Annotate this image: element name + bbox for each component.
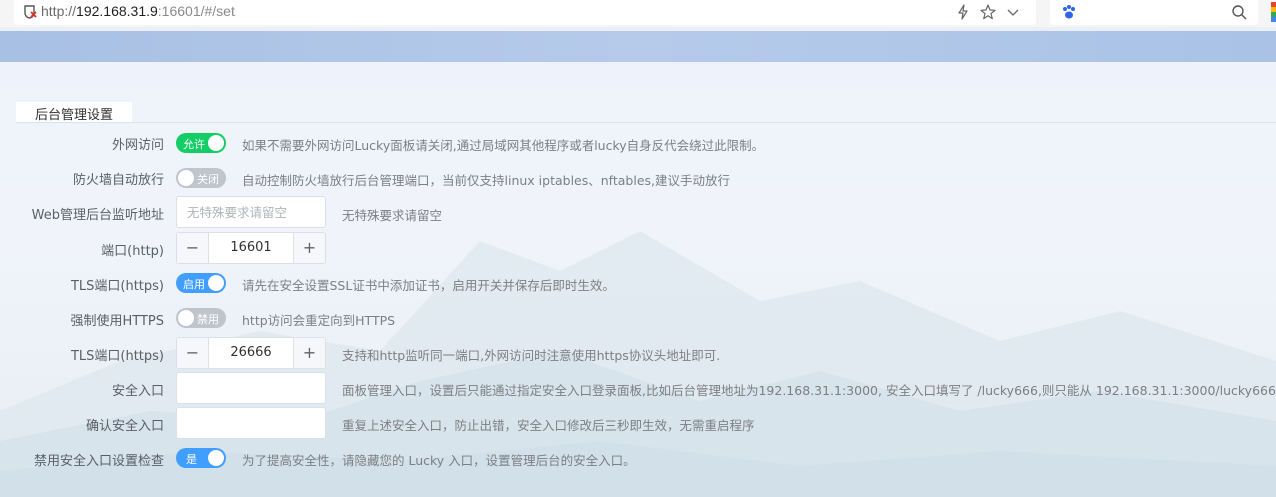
row-desc-force-https: http访问会重定向到HTTPS bbox=[242, 313, 396, 328]
url-scheme: http:// bbox=[41, 3, 77, 19]
increment-button[interactable]: + bbox=[293, 233, 325, 263]
url-host: 192.168.31.9 bbox=[76, 3, 158, 19]
settings-page: 后台管理设置 外网访问 允许 如果不需要外网访问Lucky面板请关闭,通过局域网… bbox=[0, 31, 1276, 497]
chevron-down-icon[interactable] bbox=[1004, 3, 1022, 21]
row-desc-confirm-entry: 重复上述安全入口，防止出错，安全入口修改后三秒即生效，无需重启程序 bbox=[342, 418, 755, 433]
row-desc-tls-enable: 请先在安全设置SSL证书中添加证书，启用开关并保存后即时生效。 bbox=[242, 278, 615, 293]
http-port-stepper: − 16601 + bbox=[176, 232, 326, 264]
security-entry-input[interactable] bbox=[176, 372, 326, 404]
row-label-confirm-entry: 确认安全入口 bbox=[85, 419, 164, 434]
tls-port-value[interactable]: 26666 bbox=[209, 338, 293, 368]
star-icon[interactable] bbox=[979, 3, 997, 21]
site-info-icon[interactable] bbox=[22, 4, 38, 20]
increment-button[interactable]: + bbox=[293, 338, 325, 368]
decrement-button[interactable]: − bbox=[177, 233, 209, 263]
row-label-internet-access: 外网访问 bbox=[111, 138, 164, 153]
row-desc-security-entry: 面板管理入口，设置后只能通过指定安全入口登录面板,比如后台管理地址为192.16… bbox=[342, 383, 1276, 398]
switch-knob bbox=[178, 310, 194, 326]
http-port-value[interactable]: 16601 bbox=[209, 233, 293, 263]
switch-text: 启用 bbox=[183, 278, 205, 291]
row-desc-internet-access: 如果不需要外网访问Lucky面板请关闭,通过局域网其他程序或者lucky自身反代… bbox=[242, 138, 765, 153]
lightning-icon[interactable] bbox=[954, 3, 972, 21]
section-divider bbox=[16, 122, 1276, 123]
row-label-disable-check: 禁用安全入口设置检查 bbox=[33, 454, 164, 469]
switch-knob bbox=[208, 275, 224, 291]
row-desc-firewall: 自动控制防火墙放行后台管理端口，当前仅支持linux iptables、nfta… bbox=[242, 173, 730, 188]
switch-text: 允许 bbox=[183, 138, 205, 151]
browser-toolbar: http://192.168.31.9:16601/#/set bbox=[0, 0, 1276, 27]
row-label-firewall: 防火墙自动放行 bbox=[72, 173, 164, 188]
row-desc-listen-address: 无特殊要求请留空 bbox=[342, 208, 443, 223]
row-label-http-port: 端口(http) bbox=[101, 244, 164, 259]
confirm-entry-input[interactable] bbox=[176, 407, 326, 439]
tls-enable-switch[interactable]: 启用 bbox=[176, 273, 226, 293]
row-label-security-entry: 安全入口 bbox=[111, 384, 164, 399]
search-box[interactable] bbox=[1050, 0, 1258, 25]
switch-text: 关闭 bbox=[197, 173, 219, 186]
row-desc-disable-check: 为了提高安全性，请隐藏您的 Lucky 入口，设置管理后台的安全入口。 bbox=[242, 453, 636, 468]
header-band bbox=[0, 31, 1276, 62]
listen-address-input[interactable] bbox=[176, 196, 326, 228]
switch-text: 禁用 bbox=[197, 313, 219, 326]
search-icon[interactable] bbox=[1230, 3, 1248, 21]
disable-check-switch[interactable]: 是 bbox=[176, 448, 226, 468]
row-label-tls-enable: TLS端口(https) bbox=[70, 279, 164, 294]
row-desc-tls-port: 支持和http监听同一端口,外网访问时注意使用https协议头地址即可. bbox=[342, 348, 721, 363]
address-url[interactable]: http://192.168.31.9:16601/#/set bbox=[41, 3, 235, 19]
extension-icon[interactable] bbox=[1271, 2, 1276, 22]
switch-text: 是 bbox=[186, 453, 197, 466]
row-label-listen-address: Web管理后台监听地址 bbox=[31, 208, 164, 223]
address-bar[interactable]: http://192.168.31.9:16601/#/set bbox=[14, 0, 1036, 25]
tls-port-stepper: − 26666 + bbox=[176, 337, 326, 369]
baidu-paw-icon bbox=[1063, 5, 1075, 19]
section-tab-title: 后台管理设置 bbox=[16, 102, 132, 123]
firewall-switch[interactable]: 关闭 bbox=[176, 168, 226, 188]
row-label-force-https: 强制使用HTTPS bbox=[70, 314, 164, 329]
switch-knob bbox=[208, 450, 224, 466]
internet-access-switch[interactable]: 允许 bbox=[176, 133, 226, 153]
row-label-tls-port: TLS端口(https) bbox=[70, 349, 164, 364]
switch-knob bbox=[178, 170, 194, 186]
url-path: :16601/#/set bbox=[157, 3, 235, 19]
switch-knob bbox=[208, 135, 224, 151]
decrement-button[interactable]: − bbox=[177, 338, 209, 368]
force-https-switch[interactable]: 禁用 bbox=[176, 308, 226, 328]
